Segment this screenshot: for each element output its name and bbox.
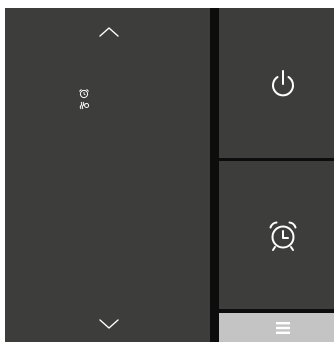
- chevron-up-icon[interactable]: [98, 26, 120, 38]
- chevron-down-icon[interactable]: [98, 318, 120, 330]
- hamburger-menu-icon[interactable]: [275, 321, 291, 335]
- power-icon: [268, 68, 298, 100]
- scroll-panel: [5, 8, 210, 342]
- fan-icon: [78, 100, 90, 111]
- alarm-clock-icon: [78, 88, 90, 99]
- alarm-clock-icon: [266, 219, 300, 253]
